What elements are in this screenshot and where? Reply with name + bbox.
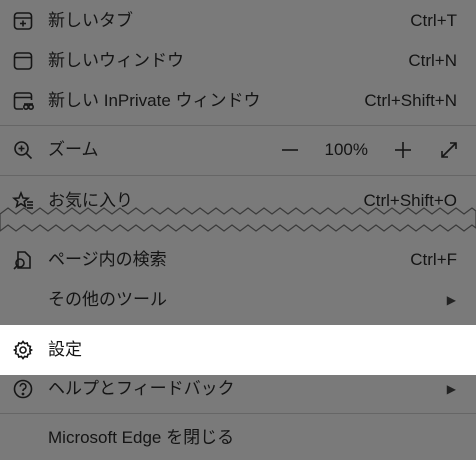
help-icon [11,377,35,401]
menu-item-find-in-page[interactable]: ページ内の検索 Ctrl+F [0,240,476,280]
menu-item-new-window[interactable]: 新しいウィンドウ Ctrl+N [0,41,476,81]
menu-item-more-tools[interactable]: その他のツール ▶ [0,280,476,320]
menu-item-close-edge[interactable]: Microsoft Edge を閉じる [0,418,476,458]
shortcut-text: Ctrl+Shift+N [364,91,457,110]
minus-icon [281,149,298,151]
menu-item-help-feedback[interactable]: ヘルプとフィードバック ▶ [0,369,476,409]
menu-item-zoom: ズーム 100% [0,130,476,170]
shortcut-text: Ctrl+F [410,250,457,269]
menu-item-label: 新しいウィンドウ [48,51,184,70]
zoom-in-button[interactable] [392,139,414,161]
zoom-icon [11,138,35,162]
menu-item-label: ズーム [48,140,99,159]
chevron-right-icon: ▶ [446,382,456,396]
menu-item-label: その他のツール [48,290,167,309]
new-tab-icon [11,9,35,33]
menu-separator [0,175,476,176]
zoom-out-button[interactable] [279,139,301,161]
menu-separator [0,125,476,126]
fullscreen-icon [441,142,457,158]
menu-item-label: ページ内の検索 [48,250,167,269]
inprivate-window-icon [11,89,35,113]
window-icon [11,49,35,73]
menu-item-label: Microsoft Edge を閉じる [48,428,235,447]
menu-item-settings[interactable]: 設定 [0,325,476,375]
torn-edge-divider [0,207,476,232]
browser-menu: 新しいタブ Ctrl+T 新しいウィンドウ Ctrl+N 新しい InPriva… [0,0,476,460]
zoom-controls: 100% [279,139,460,161]
shortcut-text: Ctrl+T [410,11,457,30]
shortcut-text: Ctrl+N [408,51,457,70]
menu-item-label: 設定 [48,340,82,359]
zoom-level: 100% [324,140,368,159]
menu-item-label: 新しいタブ [48,11,133,30]
menu-item-inprivate-window[interactable]: 新しい InPrivate ウィンドウ Ctrl+Shift+N [0,81,476,121]
menu-item-label: 新しい InPrivate ウィンドウ [48,91,261,110]
find-icon [11,248,35,272]
menu-item-label: ヘルプとフィードバック [48,379,235,398]
menu-item-new-tab[interactable]: 新しいタブ Ctrl+T [0,1,476,41]
chevron-right-icon: ▶ [446,293,456,307]
gear-icon [11,338,35,362]
menu-separator [0,413,476,414]
plus-icon [395,142,411,158]
fullscreen-button[interactable] [438,139,460,161]
